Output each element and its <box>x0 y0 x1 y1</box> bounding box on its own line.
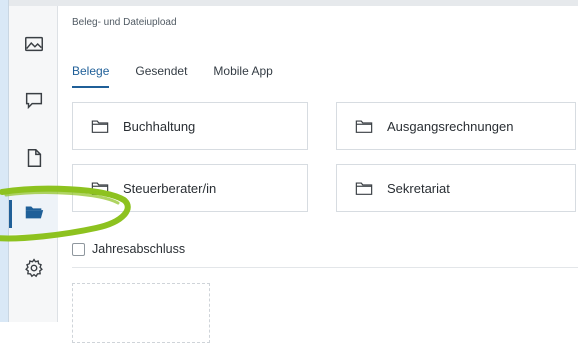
sidebar-item-documents[interactable] <box>9 140 58 180</box>
folder-label: Ausgangsrechnungen <box>387 118 514 134</box>
jahresabschluss-checkbox[interactable] <box>72 242 85 256</box>
breadcrumb: Beleg- und Dateiupload <box>72 17 177 28</box>
sidebar-item-messages[interactable] <box>9 82 58 122</box>
folder-card-buchhaltung[interactable]: Buchhaltung <box>72 102 308 150</box>
gear-icon <box>23 257 45 284</box>
jahresabschluss-label: Jahresabschluss <box>92 242 186 256</box>
sidebar <box>9 6 58 322</box>
upload-dropzone[interactable] <box>72 283 210 343</box>
tab-bar: Belege Gesendet Mobile App <box>72 58 299 90</box>
window-left-edge <box>0 0 9 322</box>
folder-card-steuerberater[interactable]: Steuerberater/in <box>72 164 308 212</box>
image-icon <box>23 33 45 60</box>
folder-label: Buchhaltung <box>123 118 196 134</box>
chat-icon <box>23 89 45 116</box>
folder-open-icon <box>23 201 45 228</box>
tab-mobile-app[interactable]: Mobile App <box>213 58 272 88</box>
folder-icon <box>355 117 373 135</box>
folder-card-ausgangsrechnungen[interactable]: Ausgangsrechnungen <box>336 102 576 150</box>
tab-gesendet[interactable]: Gesendet <box>135 58 187 88</box>
divider <box>72 267 578 268</box>
tab-belege[interactable]: Belege <box>72 58 110 88</box>
folder-icon <box>355 179 373 197</box>
sidebar-item-uploads[interactable] <box>9 194 58 234</box>
document-icon <box>23 147 45 174</box>
sidebar-item-images[interactable] <box>9 26 58 66</box>
jahresabschluss-option[interactable]: Jahresabschluss <box>72 242 185 256</box>
folder-card-sekretariat[interactable]: Sekretariat <box>336 164 576 212</box>
folder-icon <box>91 117 109 135</box>
folder-label: Steuerberater/in <box>123 180 217 196</box>
folder-icon <box>91 179 109 197</box>
folder-label: Sekretariat <box>387 180 450 196</box>
sidebar-item-settings[interactable] <box>9 250 58 290</box>
main-content: Beleg- und Dateiupload Belege Gesendet M… <box>58 6 578 343</box>
